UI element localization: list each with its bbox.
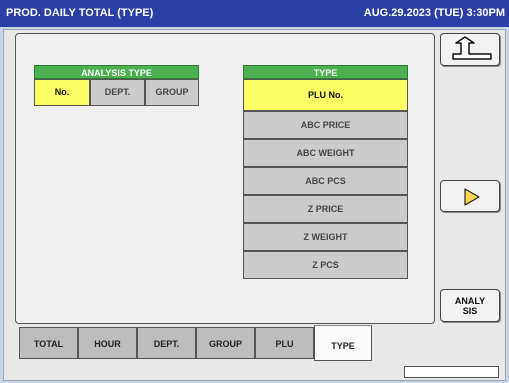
next-button[interactable] [440,180,500,212]
back-button[interactable] [440,33,500,66]
analysis-label-line2: SIS [462,306,478,316]
analysis-type-no-button[interactable]: No. [34,79,90,106]
return-arrow-icon [452,36,492,60]
type-z-weight-button[interactable]: Z WEIGHT [243,223,408,251]
type-z-price-button[interactable]: Z PRICE [243,195,408,223]
analysis-label-line1: ANALY [454,296,486,306]
type-plu-no-button[interactable]: PLU No. [243,79,408,111]
type-header: TYPE [243,65,408,79]
analysis-type-header: ANALYSIS TYPE [34,65,199,79]
tab-total[interactable]: TOTAL [19,327,78,359]
tab-type[interactable]: TYPE [314,325,372,361]
date-time: AUG.29.2023 (TUE) 3:30PM [363,7,505,19]
status-box [404,366,499,378]
tab-group[interactable]: GROUP [196,327,255,359]
content-panel: ANALYSIS TYPE No. DEPT. GROUP TYPE PLU N… [15,33,435,324]
type-abc-weight-button[interactable]: ABC WEIGHT [243,139,408,167]
analysis-type-dept-button[interactable]: DEPT. [90,79,145,106]
screen-title: PROD. DAILY TOTAL (TYPE) [6,7,154,19]
type-abc-price-button[interactable]: ABC PRICE [243,111,408,139]
analysis-button[interactable]: ANALY SIS [440,289,500,322]
tab-plu[interactable]: PLU [255,327,314,359]
tab-hour[interactable]: HOUR [78,327,137,359]
title-bar: PROD. DAILY TOTAL (TYPE) AUG.29.2023 (TU… [0,0,509,27]
analysis-type-group-button[interactable]: GROUP [145,79,199,106]
type-z-pcs-button[interactable]: Z PCS [243,251,408,279]
play-right-icon [464,188,480,206]
tab-dept[interactable]: DEPT. [137,327,196,359]
type-abc-pcs-button[interactable]: ABC PCS [243,167,408,195]
